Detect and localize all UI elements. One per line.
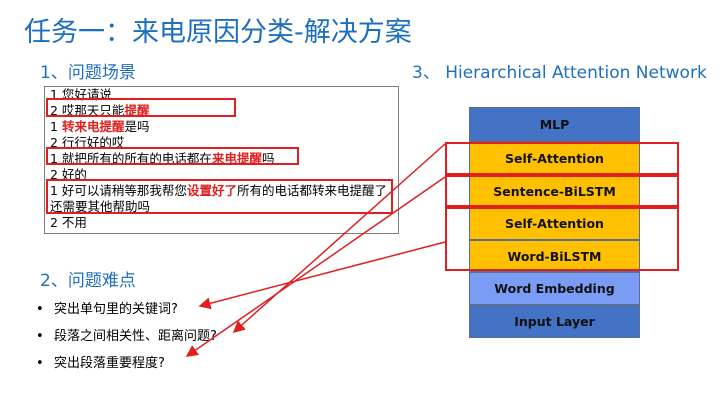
arrows-overlay — [185, 143, 446, 357]
arrow-sentence-to-correlation — [232, 143, 446, 333]
arrow-word-to-keywords — [198, 241, 446, 310]
arrow-attention-to-importance — [185, 176, 446, 357]
